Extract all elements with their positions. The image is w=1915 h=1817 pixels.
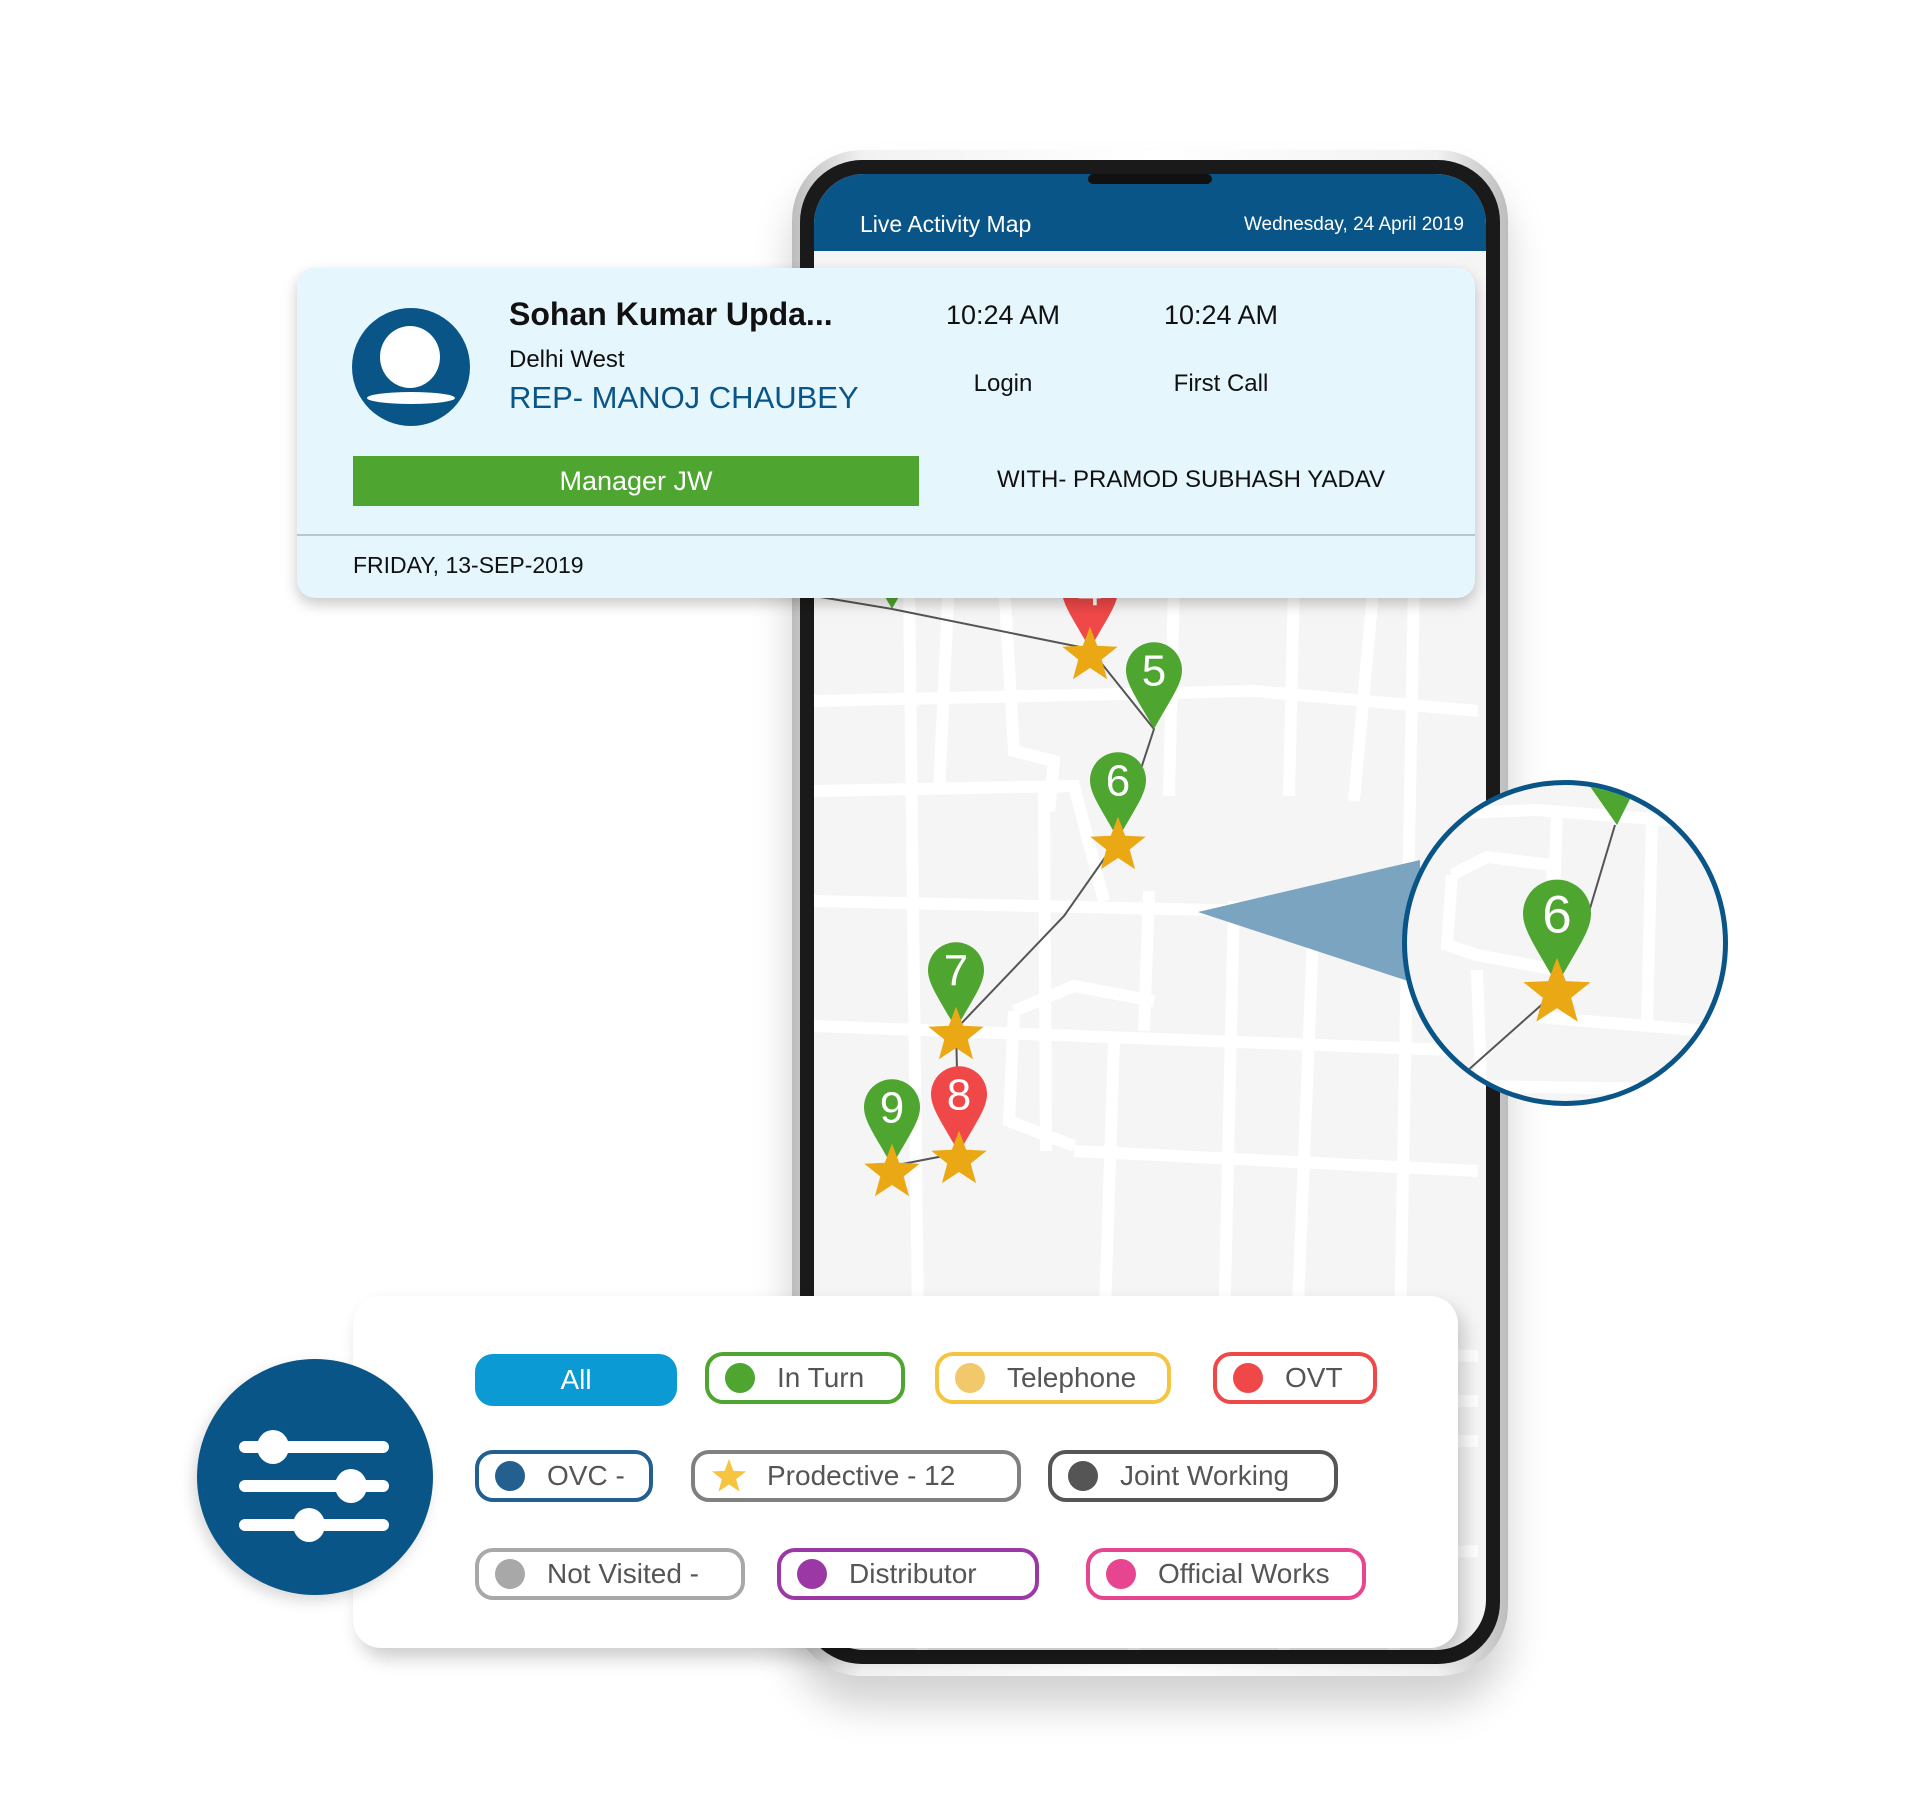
productive-star-icon bbox=[1062, 626, 1118, 680]
filter-chip-all[interactable]: All bbox=[475, 1354, 677, 1406]
magnified-map: 6 bbox=[1407, 785, 1723, 1101]
filter-chip-prodective-12[interactable]: Prodective - 12 bbox=[691, 1450, 1021, 1502]
employee-region: Delhi West bbox=[509, 346, 625, 373]
pin-number: 7 bbox=[944, 947, 968, 996]
road bbox=[1348, 580, 1380, 802]
map-pin-6[interactable]: 6 bbox=[1090, 752, 1146, 870]
filter-chip-not-visited[interactable]: Not Visited - bbox=[475, 1548, 745, 1600]
joint-with: WITH- PRAMOD SUBHASH YADAV bbox=[997, 466, 1386, 493]
legend-dot-icon bbox=[495, 1559, 525, 1589]
filter-chip-ovt[interactable]: OVT bbox=[1213, 1352, 1377, 1404]
avatar-head bbox=[380, 326, 440, 388]
filter-chip-label: In Turn bbox=[777, 1362, 865, 1393]
pin-number: 8 bbox=[947, 1071, 971, 1120]
legend-dot-icon bbox=[955, 1363, 985, 1393]
sliders-glyph bbox=[239, 1430, 389, 1542]
filter-chip-label: Telephone bbox=[1007, 1362, 1137, 1393]
employee-name: Sohan Kumar Upda... bbox=[509, 296, 833, 332]
filter-chip-joint-working[interactable]: Joint Working bbox=[1048, 1450, 1338, 1502]
road bbox=[1073, 1145, 1479, 1177]
filter-chip-official-works[interactable]: Official Works bbox=[1086, 1548, 1366, 1600]
legend-dot-icon bbox=[797, 1559, 827, 1589]
filter-chip-in-turn[interactable]: In Turn bbox=[705, 1352, 905, 1404]
road bbox=[933, 580, 955, 792]
filter-chip-label: Official Works bbox=[1158, 1558, 1330, 1589]
road bbox=[814, 779, 1110, 903]
filter-chip-distributor[interactable]: Distributor bbox=[777, 1548, 1039, 1600]
legend-dot-icon bbox=[725, 1363, 755, 1393]
user-avatar-icon bbox=[352, 308, 470, 426]
pin-number: 6 bbox=[1106, 757, 1130, 806]
filter-chip-label: OVT bbox=[1285, 1362, 1343, 1393]
filter-chip-ovc[interactable]: OVC - bbox=[475, 1450, 653, 1502]
avatar-body bbox=[367, 392, 455, 404]
pin-number: 6 bbox=[1542, 885, 1571, 944]
first-call-time: 10:24 AM bbox=[1163, 300, 1279, 330]
app-header: Live Activity Map Wednesday, 24 April 20… bbox=[814, 174, 1486, 251]
activity-badge: Manager JW bbox=[353, 456, 919, 506]
map-pin-8[interactable]: 8 bbox=[931, 1066, 987, 1184]
filter-chip-telephone[interactable]: Telephone bbox=[935, 1352, 1171, 1404]
road bbox=[1138, 890, 1155, 1032]
card-divider bbox=[297, 534, 1475, 536]
legend-dot-icon bbox=[1068, 1461, 1098, 1491]
road bbox=[1283, 580, 1300, 797]
filter-chip-label: Distributor bbox=[849, 1558, 977, 1589]
header-date: Wednesday, 24 April 2019 bbox=[1243, 213, 1464, 235]
rep-name: REP- MANOJ CHAUBEY bbox=[509, 380, 859, 415]
card-date: FRIDAY, 13-SEP-2019 bbox=[353, 552, 584, 578]
login-time: 10:24 AM bbox=[945, 300, 1061, 330]
pin-number: 5 bbox=[1142, 647, 1166, 696]
sliders-icon[interactable] bbox=[197, 1359, 433, 1595]
app-title: Live Activity Map bbox=[860, 211, 1032, 237]
star-icon bbox=[711, 1459, 747, 1492]
magnified-pin-6: 6 bbox=[1523, 879, 1591, 1022]
legend-dot-icon bbox=[495, 1461, 525, 1491]
magnifier-lens: 6 bbox=[1402, 780, 1728, 1106]
legend-dot-icon bbox=[1233, 1363, 1263, 1393]
filter-chip-label: Joint Working bbox=[1120, 1460, 1290, 1491]
legend-dot-icon bbox=[1106, 1559, 1136, 1589]
filter-chip-label: Not Visited - bbox=[547, 1558, 699, 1589]
road bbox=[1218, 900, 1240, 1337]
road bbox=[1011, 979, 1156, 1017]
login-label: Login bbox=[973, 370, 1033, 397]
productive-star-icon bbox=[931, 1130, 987, 1184]
filter-chip-label: All bbox=[560, 1364, 592, 1395]
filter-panel: All In Turn Telephone OVT OVC - Prodective - … bbox=[353, 1296, 1458, 1648]
filter-chip-label: Prodective - 12 bbox=[767, 1460, 956, 1491]
first-call-label: First Call bbox=[1173, 370, 1269, 397]
map-pin-6[interactable]: 6 bbox=[1523, 879, 1591, 1022]
filter-chip-label: OVC - bbox=[547, 1460, 625, 1491]
pin-number: 9 bbox=[880, 1084, 904, 1133]
road bbox=[1038, 790, 1052, 1152]
profile-card[interactable]: Sohan Kumar Upda... Delhi West REP- MANO… bbox=[297, 268, 1475, 598]
map-pin-7[interactable]: 7 bbox=[928, 942, 984, 1060]
phone-notch bbox=[1088, 174, 1212, 184]
